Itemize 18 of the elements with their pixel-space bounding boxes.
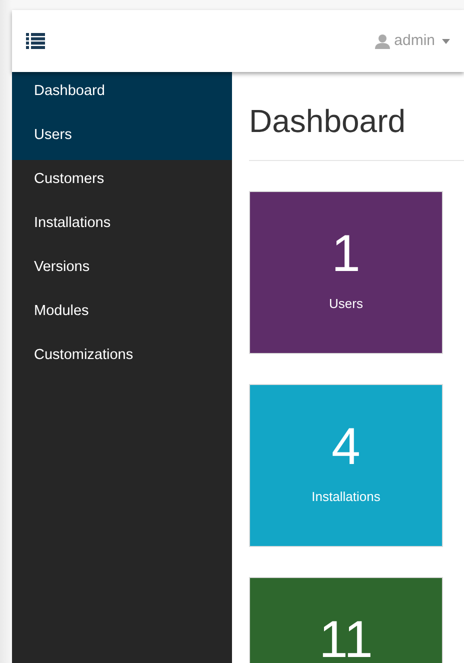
sidebar-item[interactable]: Users [12, 116, 232, 160]
caret-icon [442, 38, 450, 44]
stat-tile[interactable]: 1 Users [249, 191, 443, 354]
user-icon [375, 34, 390, 48]
page-title: Dashboard [249, 102, 464, 162]
stat-count: 4 [332, 421, 360, 474]
sidebar-item[interactable]: Modules [12, 292, 232, 336]
sidebar-item[interactable]: Dashboard [12, 72, 232, 116]
sidebar-item[interactable]: Installations [12, 204, 232, 248]
stat-count: 11 [319, 614, 373, 663]
sidebar-item[interactable]: Versions [12, 248, 232, 292]
stat-label: Installations [312, 488, 380, 506]
sidebar-item[interactable]: Customers [12, 160, 232, 204]
stat-count: 1 [332, 228, 360, 280]
stat-tile[interactable]: 11 [249, 577, 443, 663]
list-menu-icon[interactable] [26, 33, 45, 49]
sidebar-item[interactable]: Customizations [12, 336, 232, 380]
stat-label: Users [329, 295, 363, 314]
